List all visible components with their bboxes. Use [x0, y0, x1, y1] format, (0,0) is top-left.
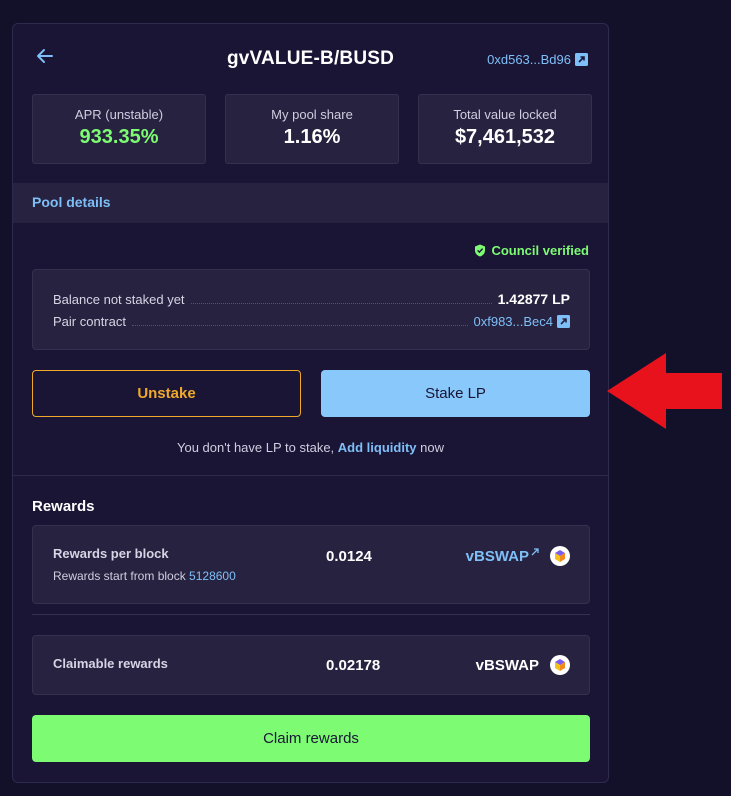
- vbswap-token-icon: [550, 546, 570, 566]
- vbswap-token-link[interactable]: vBSWAP: [466, 548, 539, 565]
- balance-label: Balance not staked yet: [53, 291, 185, 307]
- rewards-heading: Rewards: [32, 498, 95, 515]
- pool-address-link[interactable]: 0xd563...Bd96: [487, 52, 588, 67]
- rewards-start-prefix: Rewards start from block: [53, 569, 186, 583]
- pair-contract-row: Pair contract 0xf983...Bec4: [53, 314, 570, 329]
- no-lp-message: You don't have LP to stake, Add liquidit…: [13, 440, 608, 455]
- claimable-token: vBSWAP: [476, 657, 539, 674]
- stat-label: APR (unstable): [74, 107, 164, 122]
- red-pointer-arrow: [607, 353, 722, 429]
- stat-label: Total value locked: [453, 107, 557, 122]
- pool-info-box: Balance not staked yet 1.42877 LP Pair c…: [32, 269, 590, 350]
- claim-rewards-button[interactable]: Claim rewards: [32, 715, 590, 762]
- rewards-per-block-value: 0.0124: [326, 548, 372, 565]
- pair-contract-label: Pair contract: [53, 314, 126, 329]
- claimable-rewards-value: 0.02178: [326, 657, 381, 674]
- add-liquidity-link[interactable]: Add liquidity: [338, 440, 417, 455]
- external-link-icon: [575, 53, 588, 66]
- no-lp-suffix: now: [420, 440, 444, 455]
- divider: [32, 614, 590, 615]
- stat-tvl: Total value locked $7,461,532: [418, 94, 592, 164]
- external-arrow-icon: [531, 548, 539, 556]
- stake-lp-button[interactable]: Stake LP: [321, 370, 590, 417]
- pool-panel: gvVALUE-B/BUSD 0xd563...Bd96 APR (unstab…: [12, 23, 609, 783]
- pool-details-bar: Pool details: [13, 183, 608, 223]
- stats-row: APR (unstable) 933.35% My pool share 1.1…: [32, 94, 592, 164]
- verified-label: Council verified: [491, 243, 589, 258]
- dotted-leader: [131, 325, 468, 326]
- shield-check-icon: [475, 244, 486, 257]
- pair-contract-link[interactable]: 0xf983...Bec4: [473, 314, 570, 329]
- rewards-start-text: Rewards start from block 5128600: [53, 569, 236, 583]
- unstake-button[interactable]: Unstake: [32, 370, 301, 417]
- start-block-link[interactable]: 5128600: [189, 569, 236, 583]
- dotted-leader: [190, 302, 492, 304]
- stat-apr: APR (unstable) 933.35%: [32, 94, 206, 164]
- no-lp-prefix: You don't have LP to stake,: [177, 440, 335, 455]
- header: gvVALUE-B/BUSD 0xd563...Bd96: [13, 24, 608, 94]
- rewards-per-block-label: Rewards per block: [53, 546, 169, 561]
- balance-row: Balance not staked yet 1.42877 LP: [53, 291, 570, 307]
- token-name: vBSWAP: [475, 657, 539, 674]
- stat-label: My pool share: [271, 107, 353, 122]
- stat-value: $7,461,532: [454, 126, 556, 148]
- divider: [13, 475, 608, 476]
- token-name: vBSWAP: [465, 548, 529, 565]
- stat-value: 1.16%: [283, 126, 341, 148]
- rewards-per-block-box: Rewards per block Rewards start from blo…: [32, 525, 590, 604]
- pool-address-text: 0xd563...Bd96: [487, 52, 571, 67]
- claimable-rewards-box: Claimable rewards 0.02178 vBSWAP: [32, 635, 590, 695]
- council-verified-badge: Council verified: [474, 243, 589, 258]
- pool-details-tab[interactable]: Pool details: [32, 194, 111, 210]
- vbswap-token-icon: [550, 655, 570, 675]
- claimable-rewards-label: Claimable rewards: [53, 656, 168, 671]
- pair-contract-value: 0xf983...Bec4: [473, 314, 554, 329]
- balance-value: 1.42877 LP: [497, 291, 570, 307]
- stat-value: 933.35%: [79, 126, 159, 148]
- external-link-icon: [557, 315, 570, 328]
- stat-pool-share: My pool share 1.16%: [225, 94, 399, 164]
